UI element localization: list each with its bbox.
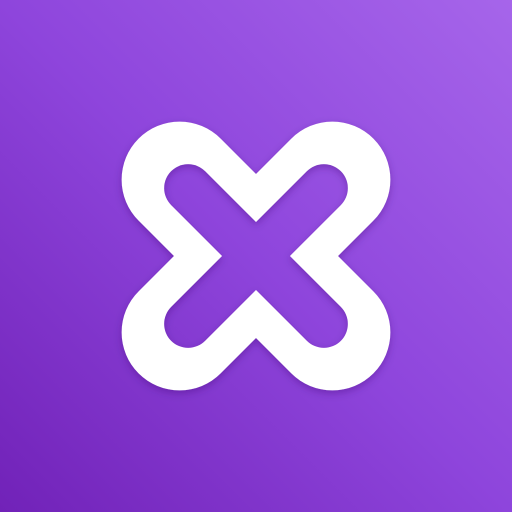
loop-shape (0, 0, 512, 512)
interlocked-loops-x-icon (0, 0, 512, 512)
app-icon (0, 0, 512, 512)
app-icon-canvas (0, 0, 512, 512)
